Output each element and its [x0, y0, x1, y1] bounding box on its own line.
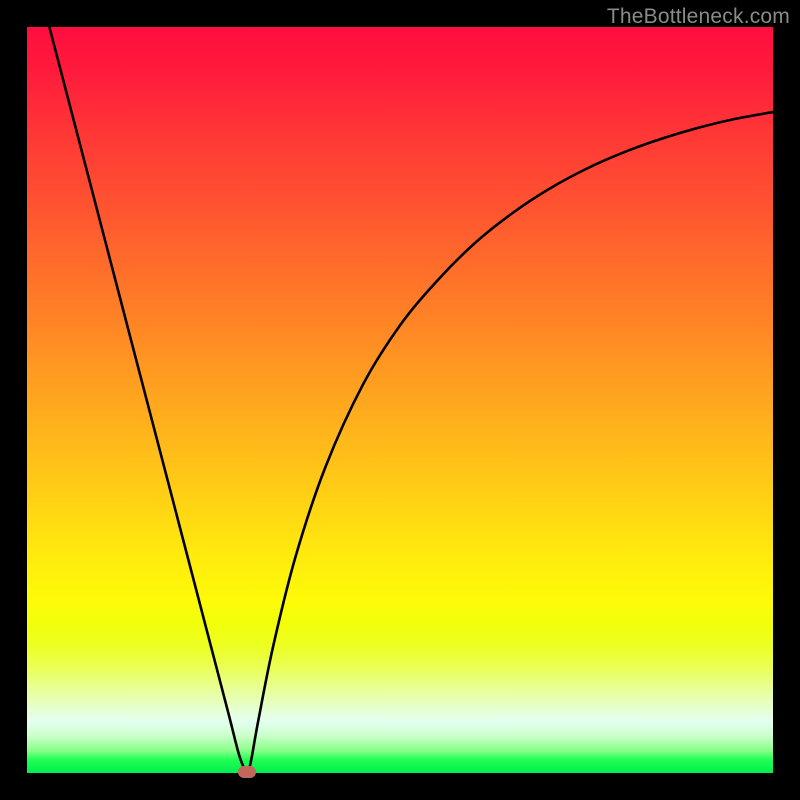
chart-frame: TheBottleneck.com	[0, 0, 800, 800]
optimal-marker	[238, 766, 256, 778]
watermark: TheBottleneck.com	[607, 5, 790, 29]
plot-area	[27, 27, 773, 773]
bottleneck-curve	[27, 27, 773, 773]
